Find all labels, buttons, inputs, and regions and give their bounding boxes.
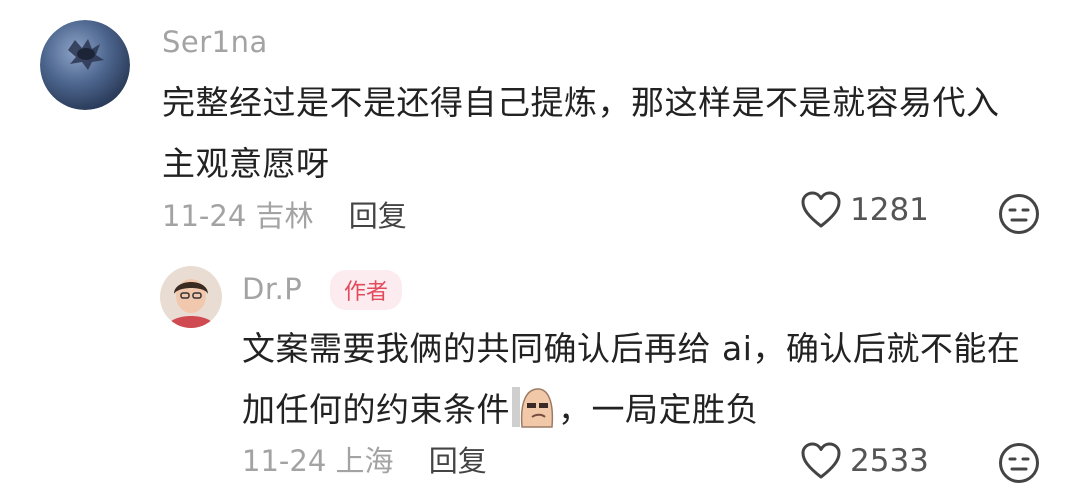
sticker-emoji [512, 387, 554, 428]
like-button[interactable]: 2533 [800, 441, 929, 481]
comment-text: 文案需要我俩的共同确认后再给 ai，确认后就不能在 加任何的约束条件 ，一局定胜… [242, 318, 1062, 440]
comment-text-line: 加任何的约束条件 ，一局定胜负 [242, 379, 1062, 440]
author-badge: 作者 [330, 270, 403, 310]
reply-button[interactable]: 回复 [349, 199, 407, 233]
heart-icon [801, 442, 841, 479]
comment-location: 上海 [335, 444, 394, 478]
username[interactable]: Ser1na [162, 25, 268, 59]
comment-text-segment: 加任何的约束条件 [242, 390, 510, 429]
comment-text-line: 完整经过是不是还得自己提炼，那这样是不是就容易代入 [162, 83, 1000, 122]
reply-button[interactable]: 回复 [429, 444, 487, 478]
username[interactable]: Dr.P [242, 272, 302, 306]
like-button[interactable]: 1281 [800, 190, 929, 230]
comment-date: 11-24 [162, 199, 247, 233]
reply-comment-item: Dr.P 作者 文案需要我俩的共同确认后再给 ai，确认后就不能在 加任何的约束… [0, 258, 1080, 503]
avatar[interactable] [160, 266, 222, 328]
comment-date: 11-24 [242, 444, 327, 478]
comment-text-line: 主观意愿呀 [162, 144, 330, 183]
comment-location: 吉林 [255, 199, 314, 233]
comment-meta: 11-24 吉林 回复 [162, 193, 407, 235]
dislike-face-icon[interactable] [998, 193, 1040, 235]
like-count: 1281 [850, 192, 929, 228]
comment-text-line: 文案需要我俩的共同确认后再给 ai，确认后就不能在 [242, 329, 1021, 368]
heart-icon [801, 191, 841, 228]
avatar[interactable] [40, 20, 130, 110]
comment-text: 完整经过是不是还得自己提炼，那这样是不是就容易代入 主观意愿呀 [162, 72, 1062, 194]
dislike-face-icon[interactable] [998, 442, 1040, 484]
like-count: 2533 [850, 443, 929, 479]
comment-text-segment: ，一局定胜负 [558, 390, 759, 429]
comment-item: Ser1na 完整经过是不是还得自己提炼，那这样是不是就容易代入 主观意愿呀 1… [0, 0, 1080, 250]
comment-meta: 11-24 上海 回复 [242, 438, 487, 480]
